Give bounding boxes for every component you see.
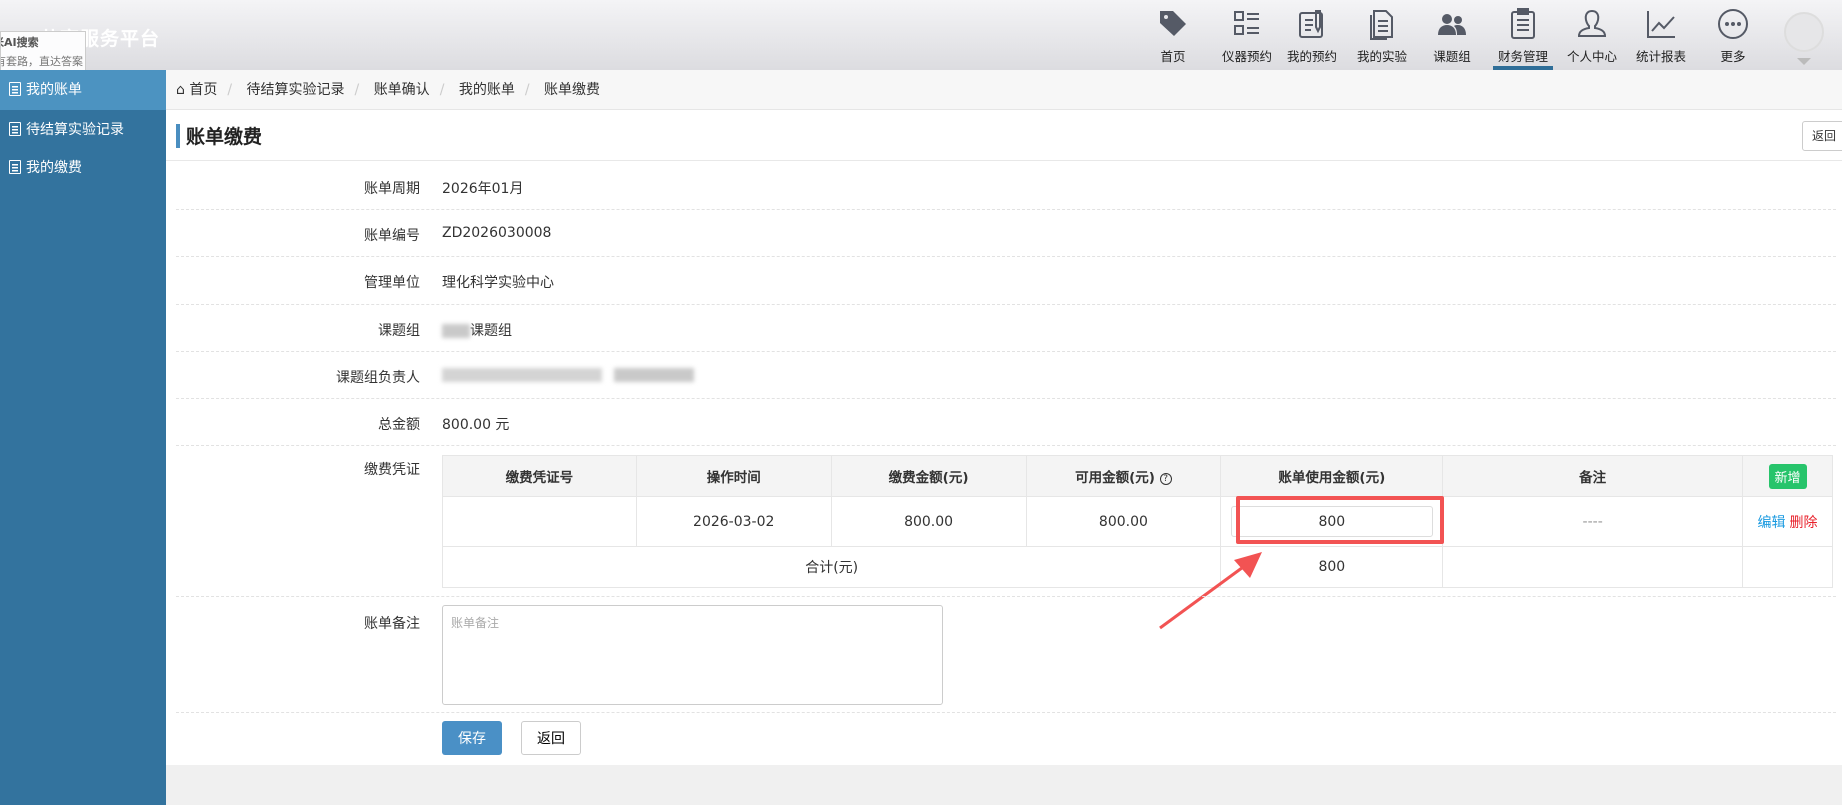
- clipboard-icon: [1511, 8, 1535, 39]
- unit-value: 理化科学实验中心: [442, 275, 554, 291]
- total-value: 800.00 元: [442, 417, 510, 433]
- nav-my-experiments[interactable]: 我的实验: [1347, 8, 1417, 65]
- help-icon[interactable]: ?: [1159, 473, 1172, 485]
- cell-used: [1220, 496, 1444, 547]
- breadcrumb: ⌂ 首页 / 待结算实验记录 / 账单确认 / 我的账单 / 账单缴费: [166, 70, 1842, 110]
- col-available: 可用金额(元) ?: [1025, 455, 1222, 497]
- sidebar-item-my-bills[interactable]: 我的账单: [0, 70, 166, 110]
- edit-link[interactable]: 编辑: [1758, 515, 1786, 531]
- leader-value-redacted: [442, 367, 694, 383]
- total-used: 800: [1220, 546, 1444, 588]
- bill-number-value: ZD2026030008: [442, 225, 552, 241]
- breadcrumb-current: 账单缴费: [544, 82, 601, 98]
- nav-home[interactable]: 首页: [1138, 8, 1208, 65]
- table-row: 2026-03-02 800.00 800.00 ---- 编辑删除: [442, 496, 1833, 547]
- voucher-label: 缴费凭证: [364, 462, 420, 478]
- delete-link[interactable]: 删除: [1790, 515, 1818, 531]
- title-accent: [176, 124, 180, 148]
- col-voucher: 缴费凭证号: [442, 455, 637, 497]
- remark-label: 账单备注: [364, 616, 420, 632]
- nav-personal-center[interactable]: 个人中心: [1557, 8, 1627, 65]
- nav-more[interactable]: 更多: [1698, 8, 1768, 65]
- cell-note: ----: [1442, 496, 1744, 547]
- col-paid: 缴费金额(元): [830, 455, 1027, 497]
- more-icon: [1718, 9, 1748, 39]
- avatar[interactable]: [1784, 12, 1824, 52]
- save-button[interactable]: 保存: [442, 721, 502, 755]
- divider: [176, 304, 1836, 305]
- divider: [176, 398, 1836, 399]
- nav-finance[interactable]: 财务管理: [1488, 8, 1558, 65]
- nav-instrument-booking[interactable]: 仪器预约: [1212, 8, 1282, 65]
- divider: [176, 256, 1836, 257]
- cell-time: 2026-03-02: [635, 496, 832, 547]
- divider: [176, 209, 1836, 210]
- col-time: 操作时间: [635, 455, 832, 497]
- edit-note-icon: [1299, 10, 1323, 38]
- group-label: 课题组: [378, 323, 420, 339]
- search-tooltip[interactable]: 米AI搜索 有套路，直达答案: [0, 31, 86, 73]
- back-button[interactable]: 返回: [521, 721, 581, 755]
- breadcrumb-pending[interactable]: 待结算实验记录: [247, 82, 345, 98]
- tooltip-title: 米AI搜索: [1, 36, 39, 49]
- divider: [176, 351, 1836, 352]
- nav-research-group[interactable]: 课题组: [1417, 8, 1487, 65]
- add-button[interactable]: 新增: [1768, 463, 1807, 489]
- payment-voucher-table: 缴费凭证号 操作时间 缴费金额(元) 可用金额(元) ? 账单使用金额(元) 备…: [441, 455, 1833, 588]
- period-value: 2026年01月: [442, 181, 524, 197]
- sidebar-item-my-payments[interactable]: 我的缴费: [0, 148, 166, 188]
- divider: [176, 596, 1836, 597]
- document-icon: [9, 160, 21, 174]
- tooltip-subtitle: 有套路，直达答案: [0, 55, 83, 68]
- col-used: 账单使用金额(元): [1220, 455, 1444, 497]
- total-row: 合计(元) 800: [441, 546, 1833, 588]
- breadcrumb-confirm[interactable]: 账单确认: [374, 82, 430, 98]
- col-actions: 新增: [1742, 455, 1833, 497]
- bill-number-label: 账单编号: [364, 228, 420, 244]
- documents-icon: [1370, 10, 1393, 40]
- sidebar-item-pending-records[interactable]: 待结算实验记录: [0, 110, 166, 150]
- tag-icon: [1160, 11, 1186, 36]
- cell-actions: 编辑 删除: [1742, 496, 1833, 547]
- user-icon: [1577, 9, 1607, 37]
- breadcrumb-home[interactable]: 首页: [189, 82, 217, 98]
- document-icon: [9, 82, 21, 96]
- chevron-down-icon[interactable]: [1797, 58, 1811, 65]
- back-button-top[interactable]: 返回: [1802, 121, 1842, 151]
- remark-textarea[interactable]: [442, 605, 943, 705]
- breadcrumb-my-bills[interactable]: 我的账单: [459, 82, 515, 98]
- document-icon: [9, 122, 21, 136]
- group-value: 课题组: [442, 320, 512, 340]
- total-label: 合计(元): [441, 546, 1222, 588]
- divider: [166, 160, 1842, 161]
- nav-statistics[interactable]: 统计报表: [1626, 8, 1696, 65]
- unit-label: 管理单位: [364, 275, 420, 291]
- leader-label: 课题组负责人: [336, 370, 420, 386]
- line-chart-icon: [1647, 11, 1675, 38]
- redacted-text: [442, 324, 470, 338]
- col-note: 备注: [1442, 455, 1744, 497]
- cell-paid: 800.00: [830, 496, 1027, 547]
- home-icon: ⌂: [176, 82, 185, 98]
- total-label: 总金额: [378, 417, 420, 433]
- used-amount-input[interactable]: [1230, 506, 1433, 537]
- divider: [176, 445, 1836, 446]
- cell-available: 800.00: [1025, 496, 1222, 547]
- list-icon: [1234, 11, 1259, 35]
- group-icon: [1438, 14, 1466, 35]
- cell-voucher: [442, 496, 637, 547]
- divider: [176, 712, 1836, 713]
- nav-my-booking[interactable]: 我的预约: [1277, 8, 1347, 65]
- page-title: 账单缴费: [186, 126, 263, 148]
- period-label: 账单周期: [364, 181, 420, 197]
